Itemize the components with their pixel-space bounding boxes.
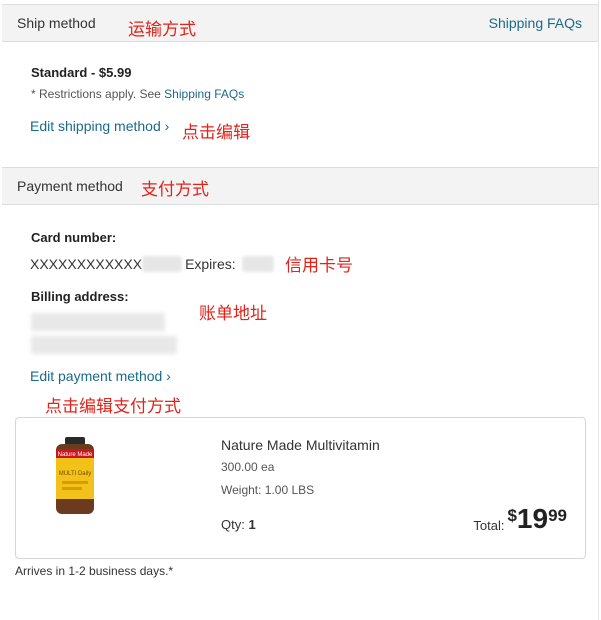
expires-label: Expires: [185, 256, 236, 272]
price-whole: 19 [516, 503, 549, 534]
card-number-label: Card number: [31, 230, 117, 245]
edit-payment-method-link[interactable]: Edit payment method › [30, 368, 171, 384]
restrictions-faq-link[interactable]: Shipping FAQs [164, 87, 244, 101]
quantity-label: Qty: [221, 517, 245, 532]
ship-method-value: Standard - $5.99 [31, 65, 132, 80]
product-quantity: Qty: 1 [221, 517, 256, 532]
quantity-value: 1 [248, 517, 256, 532]
card-number-redacted [142, 256, 183, 272]
payment-method-title: Payment method [17, 178, 123, 194]
billing-address-label: Billing address: [31, 289, 129, 304]
ship-method-title: Ship method [17, 15, 96, 31]
ship-method-annotation: 运输方式 [128, 20, 196, 40]
product-size: 300.00 ea [221, 460, 275, 474]
product-name[interactable]: Nature Made Multivitamin [221, 437, 380, 453]
price-fraction: 99 [548, 506, 567, 525]
card-number-value: XXXXXXXXXXXX [30, 256, 143, 272]
product-weight: Weight: 1.00 LBS [221, 483, 315, 497]
card-number-line: XXXXXXXXXXXX Expires: [30, 256, 274, 272]
price-currency: $ [507, 506, 517, 525]
product-image[interactable]: Nature Made MULTI Daily [54, 437, 96, 517]
payment-method-annotation: 支付方式 [141, 180, 209, 200]
billing-address-redacted-line1 [31, 313, 165, 331]
order-item-card: Nature Made MULTI Daily Nature Made Mult… [15, 417, 586, 559]
restrictions-text: * Restrictions apply. See [31, 87, 165, 101]
payment-method-header: Payment method [2, 167, 598, 205]
card-number-annotation: 信用卡号 [285, 256, 353, 276]
expires-redacted [241, 256, 274, 272]
delivery-estimate: Arrives in 1-2 business days.* [15, 564, 174, 578]
edit-shipping-method-link[interactable]: Edit shipping method › [30, 118, 169, 134]
edit-payment-annotation: 点击编辑支付方式 [45, 397, 181, 417]
svg-text:Nature Made: Nature Made [58, 452, 93, 458]
restrictions-note: * Restrictions apply. See Shipping FAQs [31, 87, 244, 101]
svg-text:MULTI Daily: MULTI Daily [59, 471, 92, 477]
ship-method-header: Ship method Shipping FAQs [2, 4, 598, 42]
billing-address-redacted-line2 [31, 336, 177, 354]
shipping-faqs-link[interactable]: Shipping FAQs [489, 15, 582, 31]
billing-address-annotation: 账单地址 [199, 304, 267, 324]
total-label: Total: [473, 518, 505, 533]
edit-shipping-annotation: 点击编辑 [182, 123, 250, 143]
order-total: Total: $ 19 99 [473, 502, 567, 536]
